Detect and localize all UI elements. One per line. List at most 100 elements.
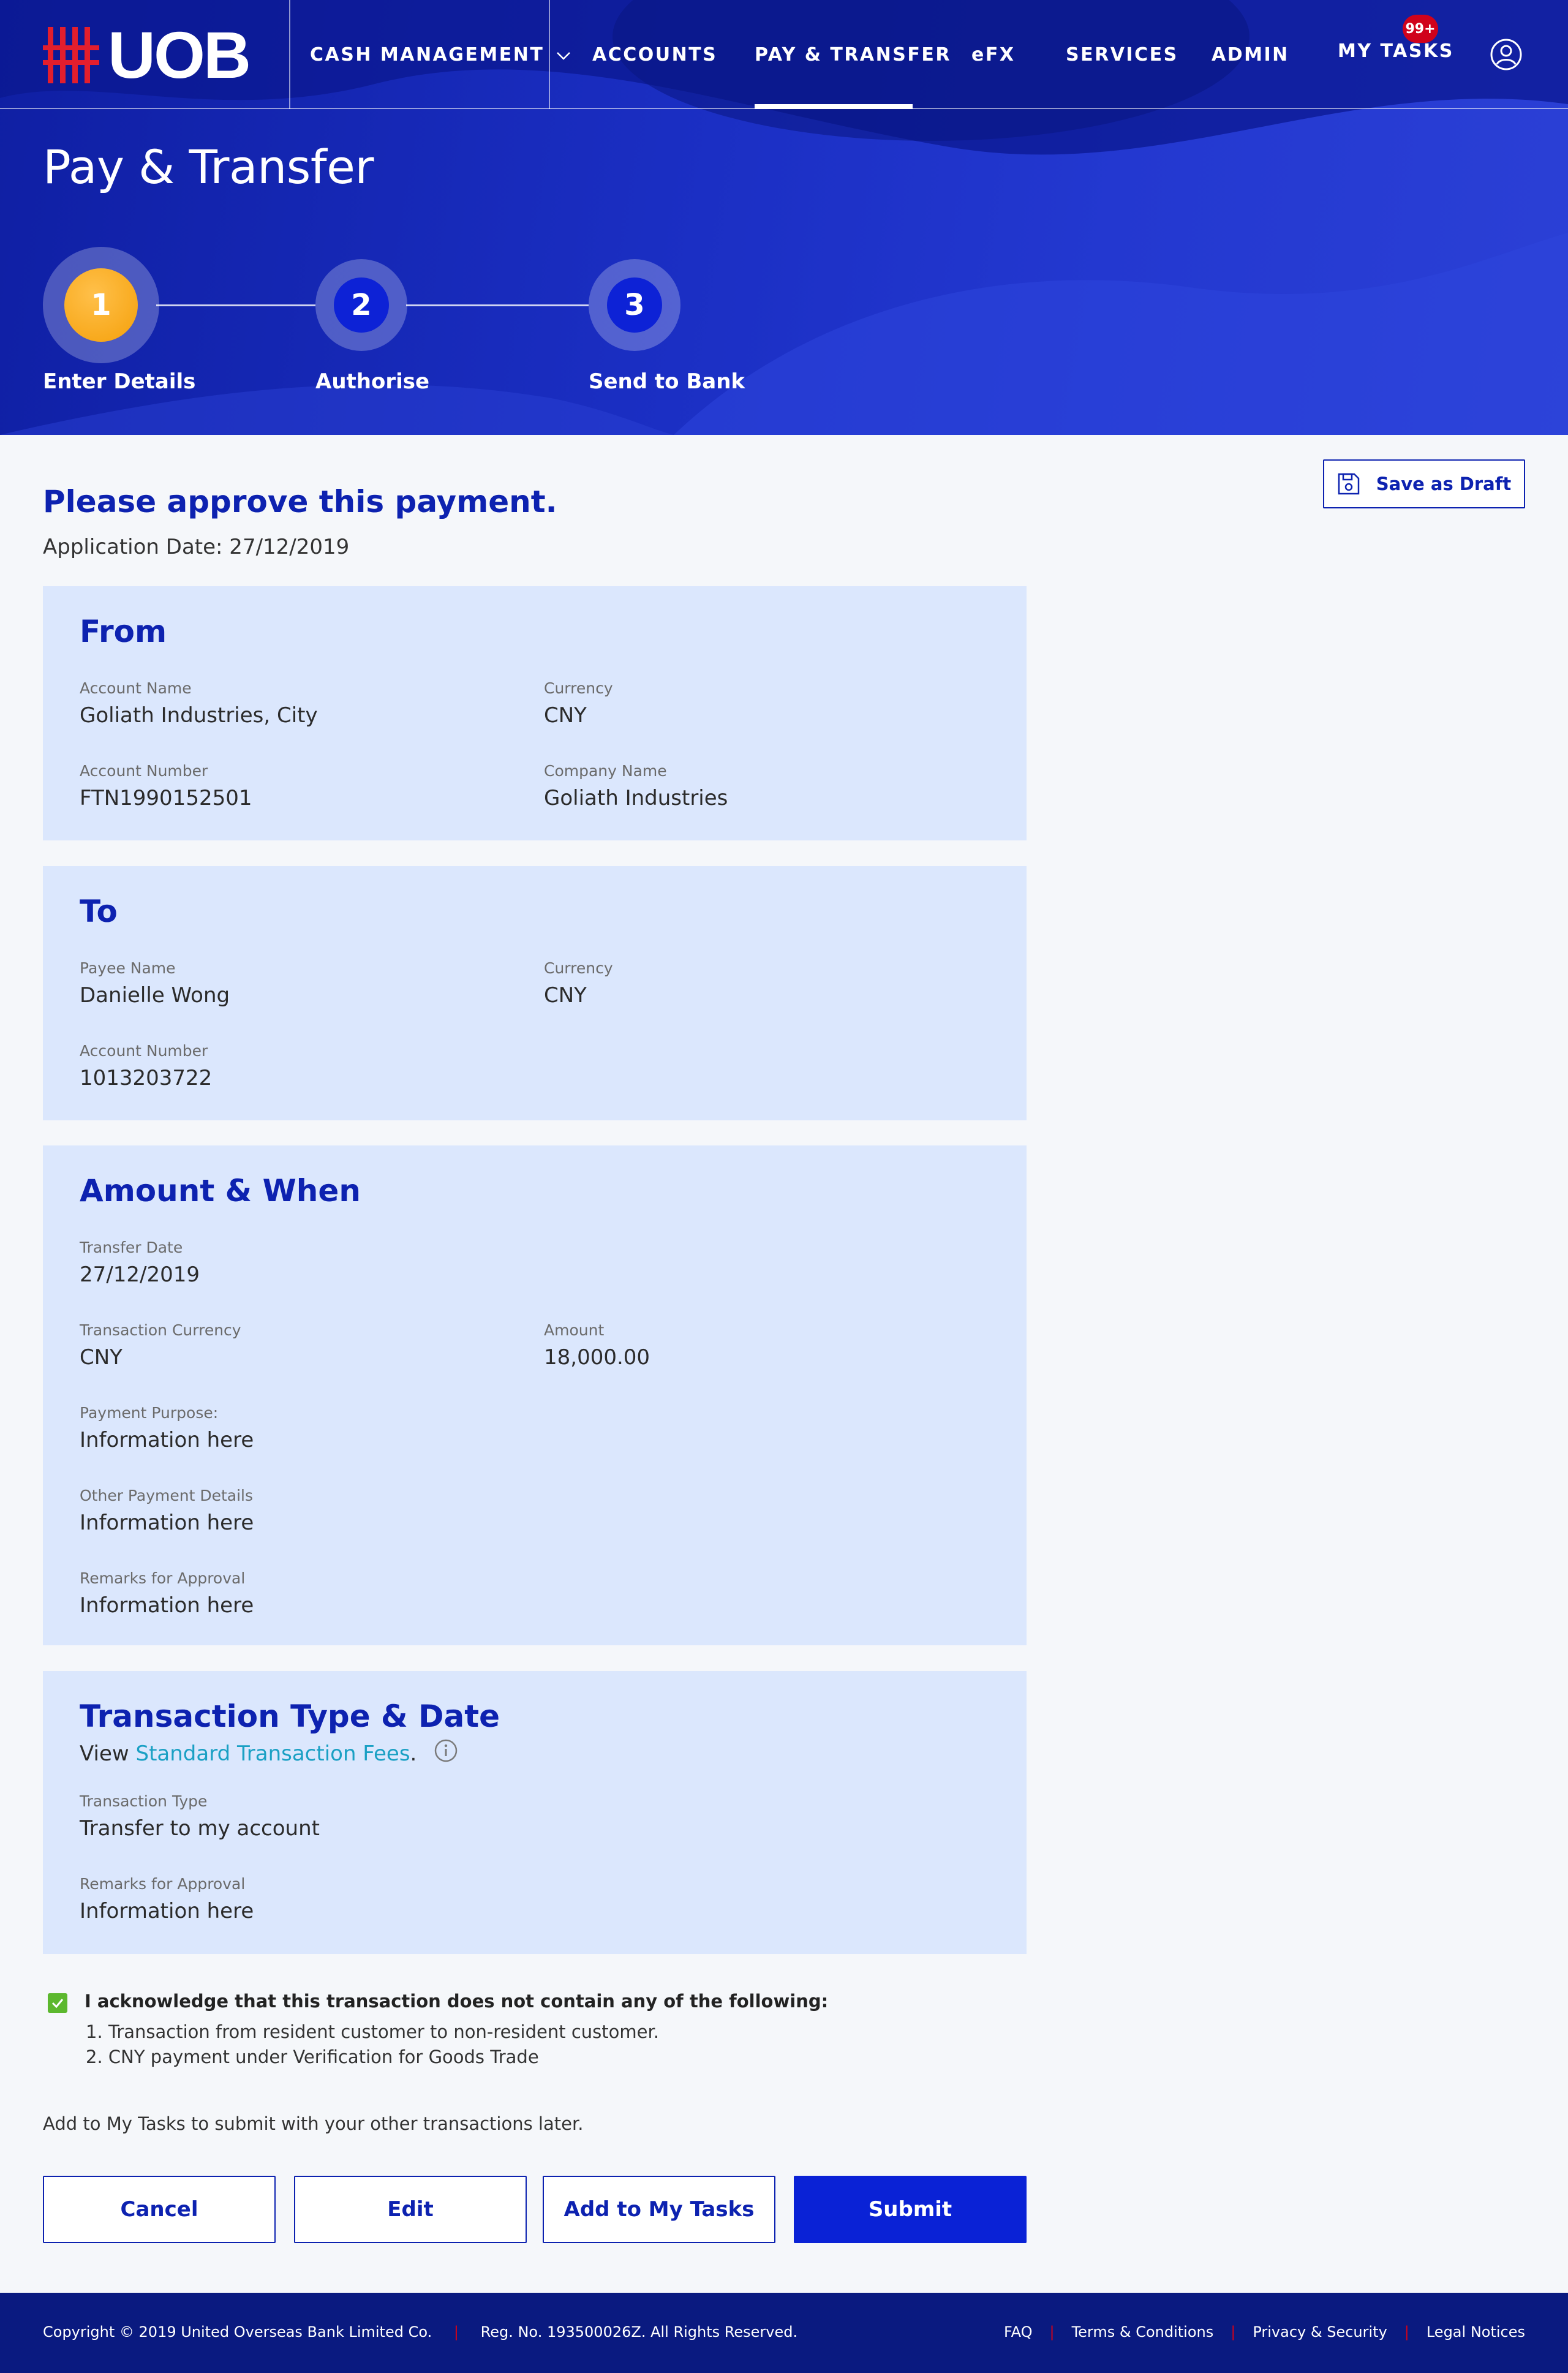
footer-link-terms[interactable]: Terms & Conditions [1072,2323,1214,2341]
acknowledgement-item: 2. CNY payment under Verification for Go… [86,2047,539,2067]
uob-logo-icon [43,27,99,83]
tasks-count-badge: 99+ [1403,15,1438,43]
stepper-connector [156,304,315,306]
to-card: To Payee Name Danielle Wong Currency CNY… [43,866,1027,1120]
field-label: Amount [544,1321,605,1339]
field-value: Information here [80,1593,254,1618]
field-label: Transfer Date [80,1239,183,1256]
step-2: 2 [315,259,407,351]
remarks-for-approval-field: Remarks for Approval Information here [80,1875,254,1923]
approval-headline: Please approve this payment. [43,484,557,519]
transaction-type-card: Transaction Type & Date View Standard Tr… [43,1671,1027,1954]
floppy-disk-icon [1338,473,1359,495]
field-value: Information here [80,1428,254,1452]
field-label: Transaction Type [80,1792,208,1810]
field-value: Goliath Industries [544,786,728,810]
field-label: Remarks for Approval [80,1569,246,1587]
application-date: Application Date: 27/12/2019 [43,535,350,559]
step-label: Authorise [315,369,430,394]
from-card: From Account Name Goliath Industries, Ci… [43,586,1027,840]
submit-button[interactable]: Submit [794,2176,1027,2243]
transaction-currency-field: Transaction Currency CNY [80,1321,241,1370]
page-title: Pay & Transfer [43,140,374,194]
edit-button[interactable]: Edit [294,2176,527,2243]
save-as-draft-label: Save as Draft [1376,473,1512,494]
nav-divider [289,0,290,109]
nav-cash-management[interactable]: CASH MANAGEMENT [310,0,571,109]
top-navigation: UOB CASH MANAGEMENT ACCOUNTS PAY & TRANS… [0,0,1568,109]
nav-accounts[interactable]: ACCOUNTS [592,0,717,109]
field-value: CNY [544,983,587,1008]
step-1: 1 [43,247,159,363]
amount-when-card: Amount & When Transfer Date 27/12/2019 T… [43,1145,1027,1645]
add-to-my-tasks-button[interactable]: Add to My Tasks [543,2176,775,2243]
save-as-draft-button[interactable]: Save as Draft [1323,459,1525,508]
step-number: 3 [607,277,662,333]
company-name-field: Company Name Goliath Industries [544,762,728,810]
transaction-type-field: Transaction Type Transfer to my account [80,1792,320,1841]
field-value: Danielle Wong [80,983,230,1008]
view-suffix: . [410,1741,417,1766]
registration-text: Reg. No. 193500026Z. All Rights Reserved… [480,2323,798,2341]
acknowledgement-checkbox[interactable] [48,1993,67,2013]
field-value: CNY [80,1345,123,1370]
copyright-text: Copyright © 2019 United Overseas Bank Li… [43,2323,432,2341]
nav-label: CASH MANAGEMENT [310,43,545,66]
remarks-for-approval-field: Remarks for Approval Information here [80,1569,254,1618]
footer-link-legal[interactable]: Legal Notices [1427,2323,1525,2341]
field-label: Transaction Currency [80,1321,241,1339]
nav-admin[interactable]: ADMIN [1212,0,1289,109]
card-title: From [80,614,167,649]
nav-services[interactable]: SERVICES [1066,0,1178,109]
account-number-field: Account Number FTN1990152501 [80,762,252,810]
currency-field: Currency CNY [544,959,613,1008]
footer-link-privacy[interactable]: Privacy & Security [1253,2323,1387,2341]
field-label: Other Payment Details [80,1487,253,1504]
field-value: Information here [80,1899,254,1923]
nav-divider [549,0,550,109]
field-label: Account Name [80,679,192,697]
step-label: Send to Bank [589,369,745,394]
currency-field: Currency CNY [544,679,613,728]
other-payment-details-field: Other Payment Details Information here [80,1487,254,1535]
field-value: Goliath Industries, City [80,703,318,728]
field-label: Currency [544,679,613,697]
step-number: 1 [64,268,138,342]
footer-links: FAQ | Terms & Conditions | Privacy & Sec… [1004,2323,1525,2341]
acknowledgement-item: 1. Transaction from resident customer to… [86,2021,659,2042]
footer-copyright: Copyright © 2019 United Overseas Bank Li… [43,2323,797,2341]
chevron-down-icon [556,44,571,66]
field-value: 18,000.00 [544,1345,650,1370]
step-number: 2 [334,277,389,333]
card-title: To [80,894,118,929]
view-prefix: View [80,1741,136,1766]
acknowledgement-title: I acknowledge that this transaction does… [85,1991,829,2012]
field-label: Company Name [544,762,667,780]
footer: Copyright © 2019 United Overseas Bank Li… [0,2293,1568,2373]
logo-wordmark: UOB [108,18,251,92]
field-value: 1013203722 [80,1066,213,1090]
field-label: Account Number [80,762,208,780]
standard-transaction-fees-link[interactable]: Standard Transaction Fees [136,1741,410,1766]
field-label: Currency [544,959,613,977]
field-value: CNY [544,703,587,728]
info-icon[interactable] [434,1738,458,1768]
account-number-field: Account Number 1013203722 [80,1042,212,1090]
footer-separator: | [1049,2323,1055,2341]
checkmark-icon [51,1999,64,2009]
nav-pay-transfer[interactable]: PAY & TRANSFER [755,0,951,109]
nav-my-tasks[interactable]: MY TASKS [1338,0,1454,105]
my-tasks-note: Add to My Tasks to submit with your othe… [43,2113,584,2134]
field-value: Transfer to my account [80,1816,320,1841]
footer-separator: | [1231,2323,1236,2341]
card-title: Amount & When [80,1173,361,1209]
user-profile-icon[interactable] [1490,38,1523,74]
nav-efx[interactable]: eFX [971,0,1015,109]
footer-separator: | [453,2323,459,2341]
account-name-field: Account Name Goliath Industries, City [80,679,318,728]
uob-logo[interactable]: UOB [43,18,251,92]
cancel-button[interactable]: Cancel [43,2176,276,2243]
footer-link-faq[interactable]: FAQ [1004,2323,1033,2341]
field-value: FTN1990152501 [80,786,252,810]
transfer-date-field: Transfer Date 27/12/2019 [80,1239,200,1287]
